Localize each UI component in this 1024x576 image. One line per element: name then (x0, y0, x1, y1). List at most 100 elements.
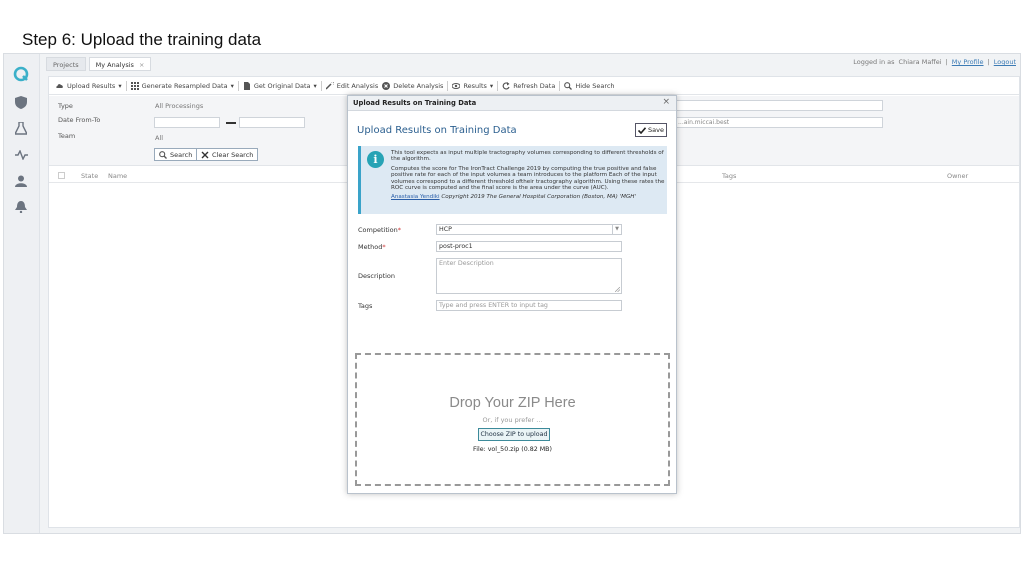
save-button[interactable]: Save (635, 123, 667, 137)
get-original-label: Get Original Data (253, 81, 311, 90)
delete-analysis-button[interactable]: Delete Analysis (382, 81, 444, 90)
column-name[interactable]: Name (108, 172, 127, 180)
upload-results-label: Upload Results (67, 81, 116, 90)
competition-select[interactable]: HCP ▼ (436, 224, 622, 235)
chevron-down-icon: ▾ (313, 81, 317, 90)
clear-search-label: Clear Search (212, 150, 254, 159)
search-button[interactable]: Search (154, 148, 198, 161)
wrench-icon (325, 81, 334, 90)
tab-my-analysis[interactable]: My Analysis × (88, 57, 152, 71)
search-icon (159, 150, 167, 159)
dialog-title: Upload Results on Training Data (357, 125, 517, 136)
logged-in-label: Logged in as (853, 58, 895, 66)
edit-analysis-label: Edit Analysis (336, 81, 379, 90)
tags-input[interactable]: Type and press ENTER to input tag (436, 300, 622, 311)
description-textarea[interactable]: Enter Description (436, 258, 622, 294)
copyright-text: Copyright 2019 The General Hospital Corp… (441, 194, 637, 201)
method-label: Method* (358, 243, 386, 251)
date-separator (226, 122, 236, 124)
cloud-upload-icon (56, 83, 63, 88)
refresh-data-button[interactable]: Refresh Data (502, 81, 556, 90)
column-state[interactable]: State (81, 172, 98, 180)
user-area: Logged in as Chiara Maffei | My Profile … (853, 58, 1016, 66)
tab-projects[interactable]: Projects (46, 57, 86, 71)
date-from-input[interactable] (154, 117, 220, 128)
dialog-header: Upload Results on Training Data × (348, 96, 676, 111)
info-text: This tool expects as input multiple trac… (391, 150, 665, 201)
required-marker: * (397, 226, 402, 234)
chevron-down-icon: ▾ (118, 81, 122, 90)
author-link[interactable]: Anastasia Yendiki (391, 194, 440, 200)
toolbar: Upload Results ▾ Generate Resampled Data ▾… (49, 77, 1019, 95)
logo-icon[interactable] (13, 66, 29, 82)
method-value: post-proc1 (439, 243, 473, 250)
info-description: This tool expects as input multiple trac… (391, 150, 664, 163)
my-profile-link[interactable]: My Profile (952, 58, 984, 66)
date-to-input[interactable] (239, 117, 305, 128)
date-label: Date From-To (58, 116, 101, 124)
description-label: Description (358, 272, 396, 280)
drop-title: Drop Your ZIP Here (449, 395, 576, 411)
method-input[interactable]: post-proc1 (436, 241, 622, 252)
eye-icon (452, 82, 461, 89)
pulse-icon[interactable] (13, 147, 29, 163)
logout-link[interactable]: Logout (994, 58, 1016, 66)
hide-search-label: Hide Search (575, 81, 615, 90)
info-box: i This tool expects as input multiple tr… (358, 146, 667, 214)
hide-search-button[interactable]: Hide Search (564, 81, 615, 90)
search-button-label: Search (170, 150, 193, 159)
zip-dropzone[interactable]: Drop Your ZIP Here Or, if you prefer ...… (355, 353, 670, 486)
get-original-button[interactable]: Get Original Data ▾ (243, 81, 317, 90)
column-owner[interactable]: Owner (947, 172, 968, 180)
results-button[interactable]: Results ▾ (452, 82, 493, 90)
column-tags[interactable]: Tags (722, 172, 736, 180)
bell-icon[interactable] (13, 199, 29, 215)
clear-search-button[interactable]: Clear Search (196, 148, 259, 161)
tab-bar: Projects My Analysis × (46, 57, 152, 71)
close-icon[interactable]: × (662, 97, 670, 107)
type-label: Type (58, 102, 73, 110)
upload-dialog: Upload Results on Training Data × Upload… (347, 95, 677, 494)
file-icon (243, 81, 250, 90)
upload-results-button[interactable]: Upload Results ▾ (56, 82, 122, 90)
required-marker: * (382, 243, 386, 251)
sidebar (4, 54, 40, 533)
flask-icon[interactable] (13, 120, 29, 136)
close-icon (201, 151, 209, 158)
info-details: Computes the score for The IronTract Cha… (391, 165, 665, 192)
delete-analysis-label: Delete Analysis (393, 81, 444, 90)
tab-label: My Analysis (95, 61, 134, 69)
dialog-header-title: Upload Results on Training Data (353, 99, 477, 107)
delete-icon (382, 81, 391, 90)
tags-placeholder: Type and press ENTER to input tag (439, 302, 548, 309)
slide-title: Step 6: Upload the training data (22, 30, 262, 49)
resize-handle-icon[interactable] (615, 287, 620, 292)
shield-icon[interactable] (13, 94, 29, 110)
user-name: Chiara Maffei (898, 58, 942, 66)
hidden-filter-input-1[interactable] (676, 100, 883, 111)
checkmark-icon (638, 126, 647, 134)
hidden-filter-value: ...ain.miccai.best (678, 119, 730, 126)
user-icon[interactable] (13, 173, 29, 189)
search-icon (564, 81, 573, 90)
select-all-checkbox[interactable] (58, 172, 65, 179)
close-icon[interactable]: × (139, 61, 144, 69)
description-placeholder: Enter Description (439, 260, 494, 267)
generate-resampled-label: Generate Resampled Data (141, 81, 228, 90)
competition-label-text: Competition (358, 226, 398, 234)
refresh-icon (502, 81, 510, 89)
team-value[interactable]: All (155, 134, 163, 142)
hidden-filter-input-2[interactable]: ...ain.miccai.best (676, 117, 883, 128)
competition-label: Competition* (358, 226, 401, 234)
edit-analysis-button[interactable]: Edit Analysis (325, 81, 379, 90)
chevron-down-icon: ▼ (612, 225, 621, 234)
choose-zip-button[interactable]: Choose ZIP to upload (478, 428, 550, 441)
refresh-data-label: Refresh Data (513, 81, 556, 90)
type-value[interactable]: All Processings (155, 102, 203, 110)
chevron-down-icon: ▾ (230, 81, 234, 90)
generate-resampled-button[interactable]: Generate Resampled Data ▾ (130, 81, 234, 90)
info-icon: i (367, 151, 384, 168)
tab-label: Projects (53, 61, 79, 69)
drop-subtitle: Or, if you prefer ... (482, 416, 543, 424)
team-label: Team (58, 132, 76, 140)
